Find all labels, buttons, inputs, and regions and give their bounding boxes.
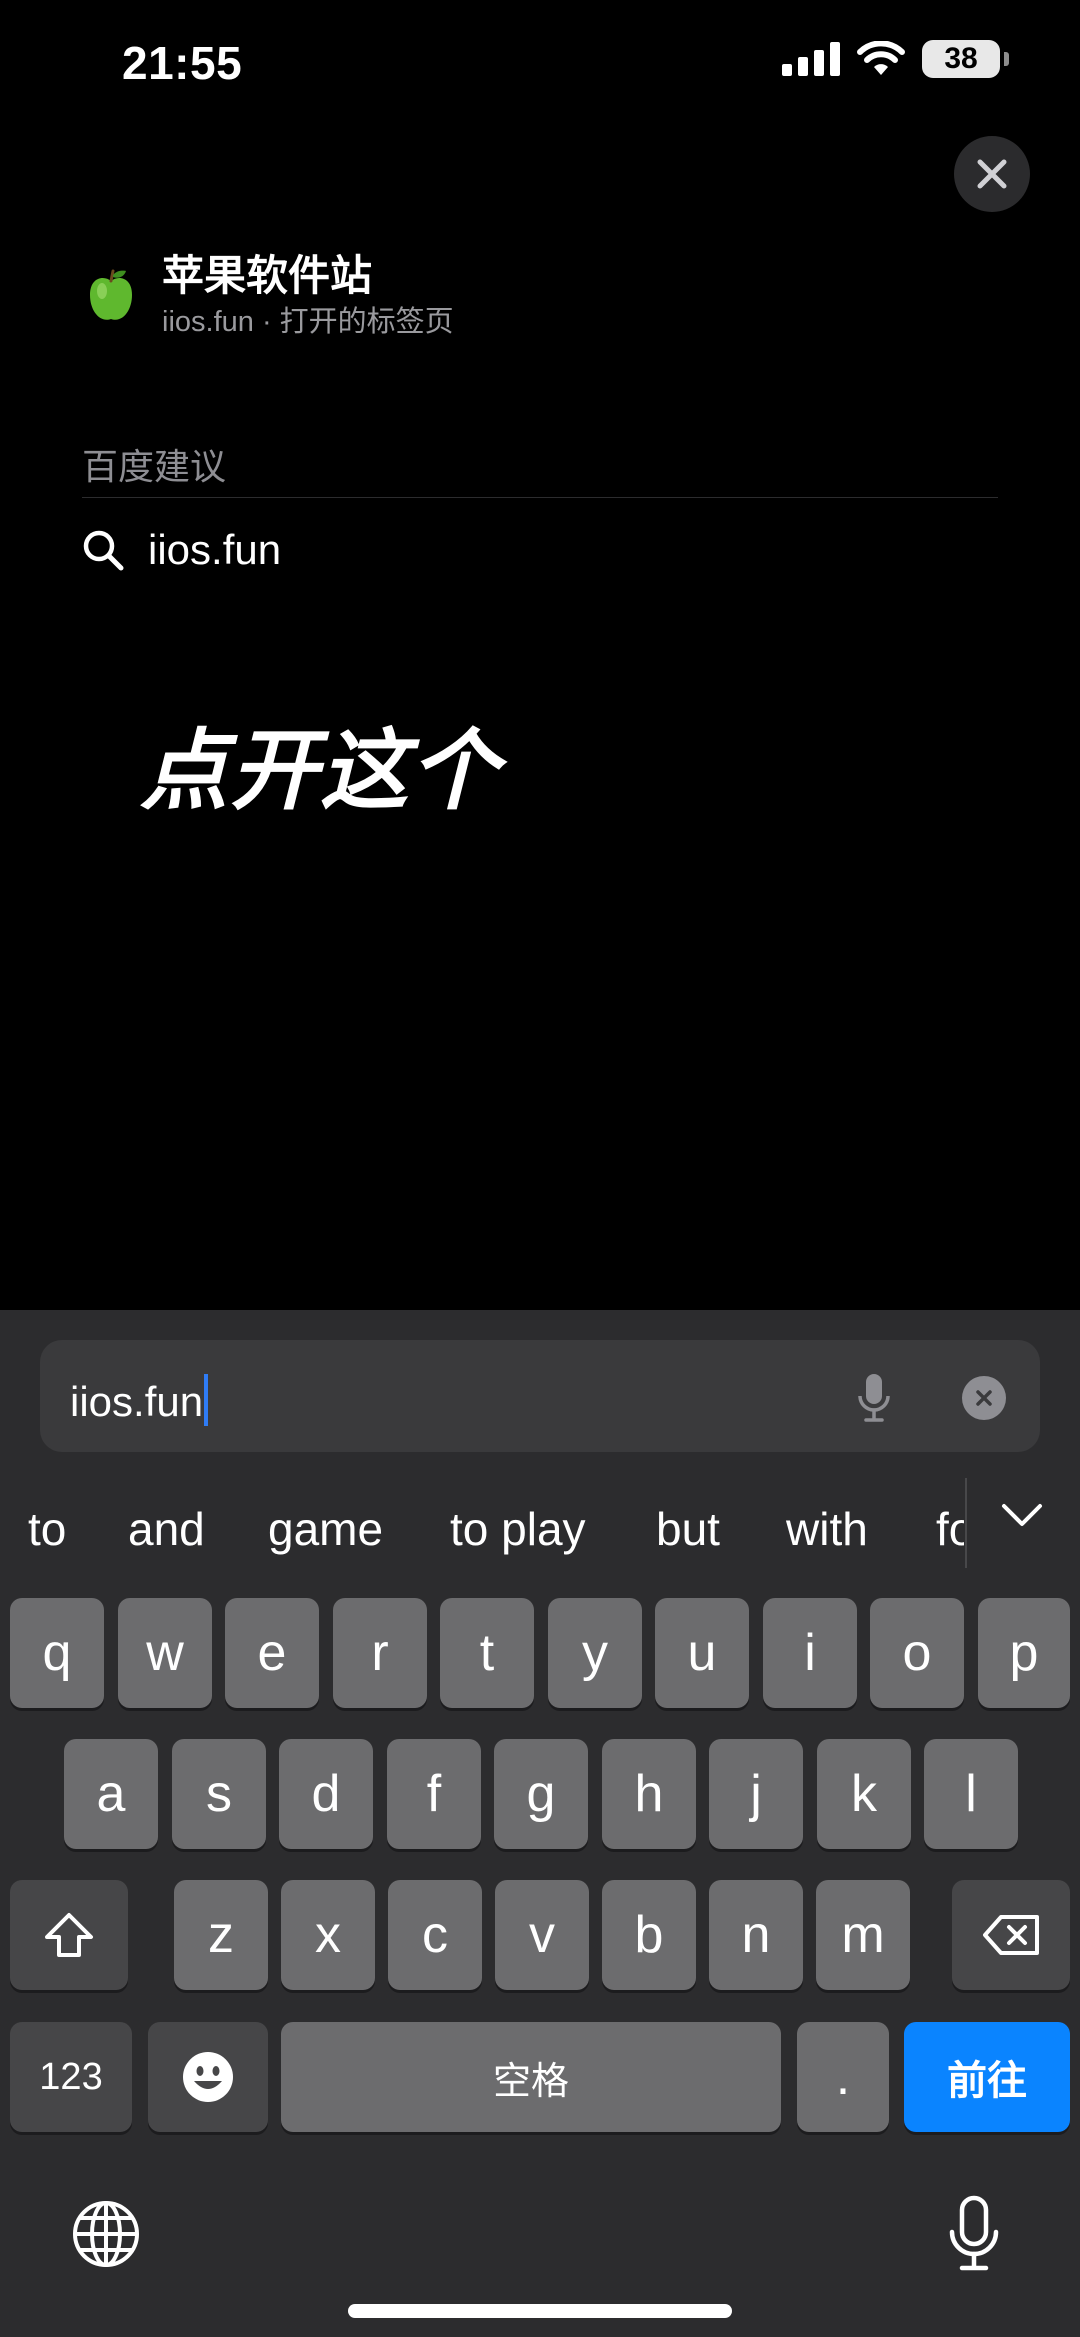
- home-indicator[interactable]: [348, 2304, 732, 2318]
- annotation-text: 点开这个: [140, 719, 501, 822]
- key-f[interactable]: f: [387, 1739, 481, 1849]
- clear-text-button[interactable]: [962, 1376, 1006, 1420]
- backspace-key[interactable]: [952, 1880, 1070, 1990]
- green-apple-icon: [90, 269, 132, 320]
- tab-suggestion-text: 苹果软件站 iios.fun · 打开的标签页: [162, 250, 454, 342]
- status-icons: 38: [782, 40, 1009, 78]
- key-o[interactable]: o: [870, 1598, 964, 1708]
- suggestion-query: iios.fun: [148, 526, 282, 573]
- section-title: 百度建议: [82, 446, 227, 487]
- key-y[interactable]: y: [548, 1598, 642, 1708]
- shift-icon: [45, 1913, 93, 1957]
- prediction-divider: [965, 1478, 967, 1568]
- address-input[interactable]: iios.fun: [70, 1374, 209, 1426]
- key-z[interactable]: z: [174, 1880, 268, 1990]
- key-m[interactable]: m: [816, 1880, 910, 1990]
- prediction-to[interactable]: to: [28, 1502, 66, 1556]
- status-time: 21:55: [122, 37, 243, 89]
- key-r[interactable]: r: [333, 1598, 427, 1708]
- key-d[interactable]: d: [279, 1739, 373, 1849]
- text-caret: [204, 1374, 209, 1426]
- clear-icon: [976, 1390, 992, 1406]
- wifi-icon: [857, 41, 905, 75]
- prediction-with[interactable]: with: [786, 1502, 868, 1556]
- emoji-icon: [183, 2052, 233, 2102]
- tab-subtitle: iios.fun · 打开的标签页: [162, 306, 454, 338]
- section-divider: [82, 497, 998, 498]
- prediction-fo[interactable]: fo: [936, 1502, 964, 1556]
- go-key[interactable]: 前往: [904, 2022, 1070, 2132]
- prediction-clip: fo: [932, 1478, 964, 1568]
- period-key[interactable]: .: [797, 2022, 889, 2132]
- tab-title: 苹果软件站: [162, 252, 373, 299]
- shift-key[interactable]: [10, 1880, 128, 1990]
- key-p[interactable]: p: [978, 1598, 1070, 1708]
- key-g[interactable]: g: [494, 1739, 588, 1849]
- dictation-microphone-icon[interactable]: [946, 2194, 1002, 2274]
- key-s[interactable]: s: [172, 1739, 266, 1849]
- backspace-icon: [983, 1915, 1039, 1955]
- key-j[interactable]: j: [709, 1739, 803, 1849]
- globe-icon[interactable]: [70, 2198, 142, 2270]
- close-button[interactable]: [954, 136, 1030, 212]
- microphone-icon[interactable]: [856, 1372, 892, 1424]
- prediction-game[interactable]: game: [268, 1502, 383, 1556]
- key-h[interactable]: h: [602, 1739, 696, 1849]
- emoji-key[interactable]: [148, 2022, 268, 2132]
- open-tab-suggestion[interactable]: 苹果软件站 iios.fun · 打开的标签页: [82, 250, 454, 342]
- address-value: iios.fun: [70, 1378, 204, 1425]
- key-t[interactable]: t: [440, 1598, 534, 1708]
- prediction-and[interactable]: and: [128, 1502, 205, 1556]
- search-suggestion-row[interactable]: iios.fun: [82, 526, 281, 574]
- key-n[interactable]: n: [709, 1880, 803, 1990]
- key-q[interactable]: q: [10, 1598, 104, 1708]
- search-icon: [83, 530, 124, 571]
- key-e[interactable]: e: [225, 1598, 319, 1708]
- prediction-but[interactable]: but: [656, 1502, 720, 1556]
- key-l[interactable]: l: [924, 1739, 1018, 1849]
- key-v[interactable]: v: [495, 1880, 589, 1990]
- key-x[interactable]: x: [281, 1880, 375, 1990]
- cellular-signal-icon: [782, 42, 840, 76]
- key-w[interactable]: w: [118, 1598, 212, 1708]
- chevron-down-icon[interactable]: [1000, 1500, 1044, 1530]
- battery-indicator: 38: [922, 40, 1009, 78]
- space-key[interactable]: 空格: [281, 2022, 781, 2132]
- key-b[interactable]: b: [602, 1880, 696, 1990]
- key-u[interactable]: u: [655, 1598, 749, 1708]
- key-i[interactable]: i: [763, 1598, 857, 1708]
- close-icon: [977, 159, 1007, 189]
- key-k[interactable]: k: [817, 1739, 911, 1849]
- prediction-to-play[interactable]: to play: [450, 1502, 586, 1556]
- numbers-key[interactable]: 123: [10, 2022, 132, 2132]
- key-c[interactable]: c: [388, 1880, 482, 1990]
- key-a[interactable]: a: [64, 1739, 158, 1849]
